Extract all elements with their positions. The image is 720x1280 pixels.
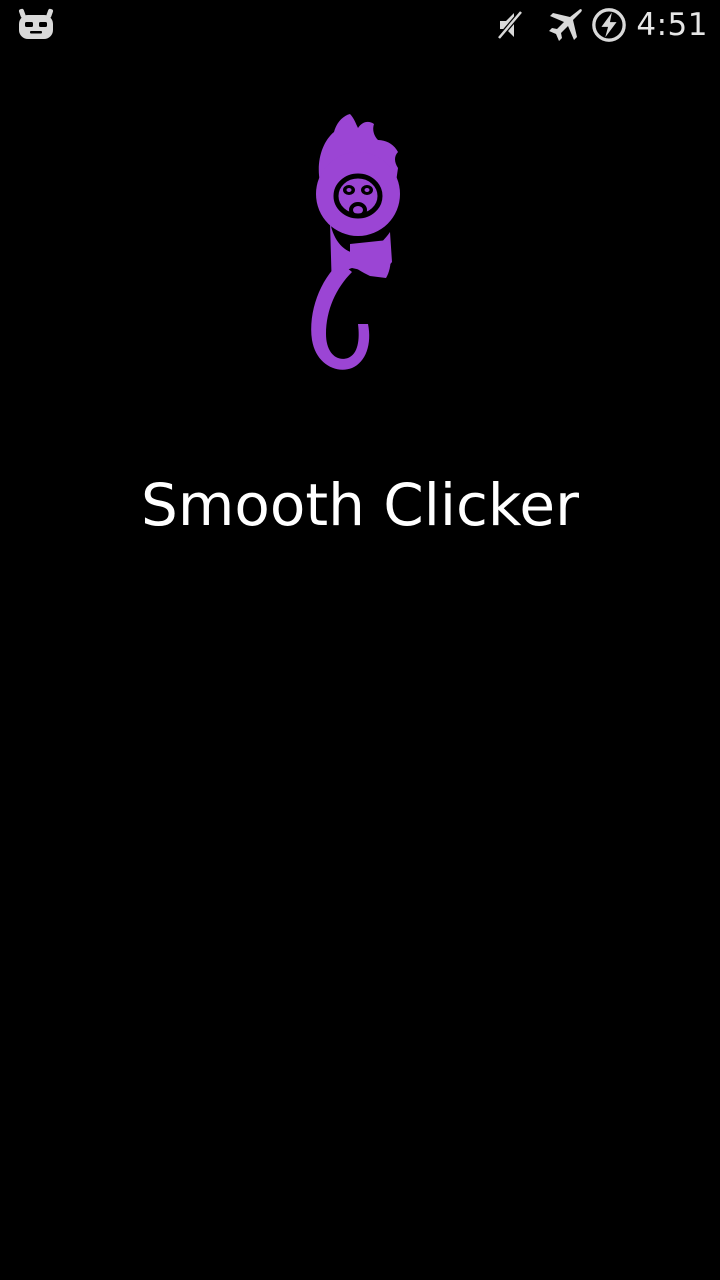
airplane-mode-icon bbox=[549, 9, 583, 41]
status-clock: 4:51 bbox=[636, 7, 708, 43]
purple-monkey-logo-icon bbox=[311, 114, 400, 370]
status-icons: 4:51 bbox=[494, 0, 708, 50]
splash-screen: 4:51 Smooth Clicker bbox=[0, 0, 720, 1280]
cyanogenmod-mascot-icon bbox=[18, 8, 54, 39]
status-bar: 4:51 bbox=[0, 0, 720, 50]
charging-icon bbox=[592, 8, 627, 42]
mute-icon bbox=[496, 9, 525, 41]
app-title: Smooth Clicker bbox=[141, 471, 579, 539]
